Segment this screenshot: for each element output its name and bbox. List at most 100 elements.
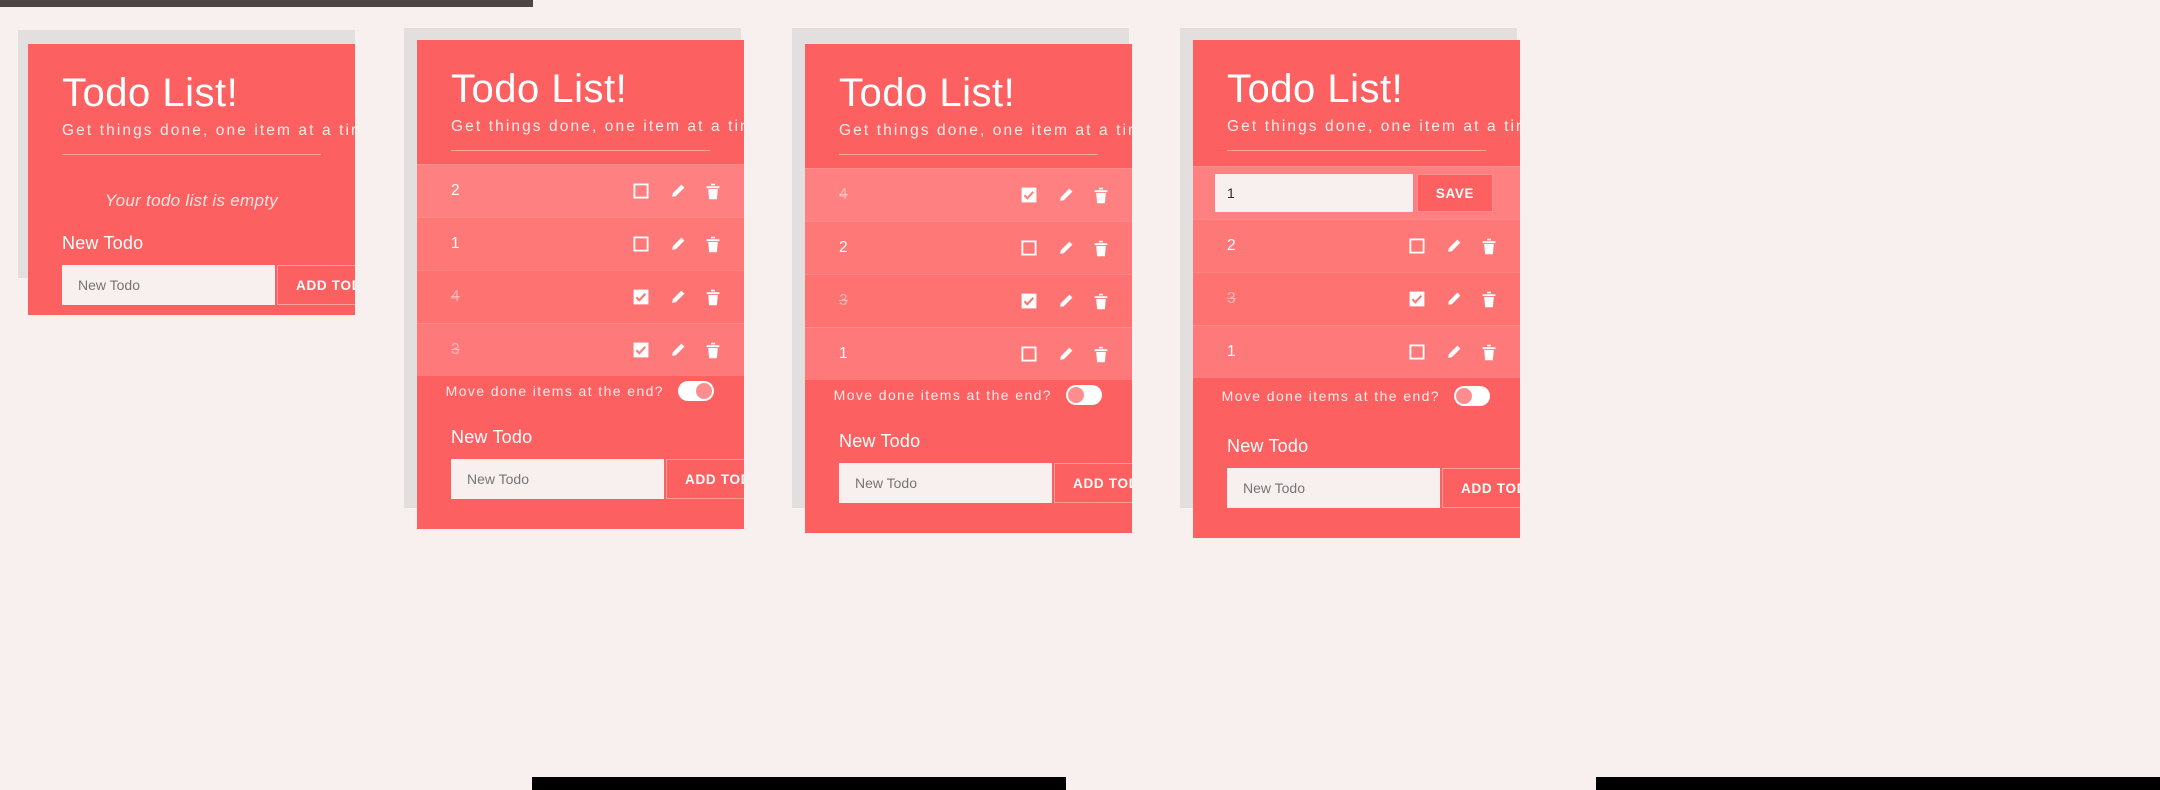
checkbox-checked-icon[interactable] [1018,290,1040,312]
move-done-label: Move done items at the end? [833,386,1052,403]
pencil-icon[interactable] [1442,341,1464,363]
pencil-icon[interactable] [666,233,688,255]
todo-row[interactable]: 3 [417,323,744,377]
new-todo-input[interactable] [839,463,1052,503]
add-todo-button[interactable]: ADD TODO [277,265,355,305]
new-todo-controls: ADD TODO [1227,468,1520,508]
edit-todo-input[interactable] [1215,174,1413,213]
checkbox-unchecked-icon[interactable] [630,233,652,255]
trash-icon[interactable] [702,233,724,255]
checkbox-unchecked-icon[interactable] [1406,341,1428,363]
checkbox-unchecked-icon[interactable] [1018,237,1040,259]
todo-row[interactable]: 2 [1193,219,1520,273]
todo-row[interactable]: 4 [805,168,1132,222]
todo-list: SAVE 2 [1193,166,1520,379]
trash-icon[interactable] [702,339,724,361]
todo-row[interactable]: 1 [805,327,1132,381]
todo-row-actions [1406,235,1500,257]
page-subtitle: Get things done, one item at a time. [451,118,744,135]
new-todo-controls: ADD TODO [451,459,744,499]
trash-icon[interactable] [1090,184,1112,206]
trash-icon[interactable] [1090,237,1112,259]
trash-icon[interactable] [702,180,724,202]
todo-row-actions [1406,288,1500,310]
pencil-icon[interactable] [1054,290,1076,312]
trash-icon[interactable] [1478,288,1500,310]
new-todo-controls: ADD TODO [839,463,1132,503]
move-done-toggle[interactable] [678,380,714,401]
screenshot-stage: Todo List! Get things done, one item at … [0,0,2160,790]
save-todo-button[interactable]: SAVE [1417,174,1493,213]
add-todo-button[interactable]: ADD TODO [666,459,744,499]
page-subtitle: Get things done, one item at a time. [1227,118,1520,135]
move-done-toggle[interactable] [1454,386,1490,407]
todo-row-actions [1406,341,1500,363]
todo-row-actions [630,233,724,255]
page-title: Todo List! [839,71,1016,115]
todo-row-label: 1 [839,345,849,363]
new-todo-section: New Todo ADD TODO [417,405,744,529]
trash-icon[interactable] [1478,341,1500,363]
todo-row-label: 2 [1227,237,1237,255]
move-done-toggle-strip: Move done items at the end? [1193,378,1520,414]
new-todo-input[interactable] [451,459,664,499]
todo-row[interactable]: 1 [417,217,744,271]
pencil-icon[interactable] [1054,184,1076,206]
trash-icon[interactable] [1478,235,1500,257]
new-todo-section: New Todo ADD TODO [28,211,355,315]
page-title: Todo List! [62,71,239,115]
new-todo-input[interactable] [62,265,275,305]
checkbox-checked-icon[interactable] [1406,288,1428,310]
checkbox-checked-icon[interactable] [630,339,652,361]
pencil-icon[interactable] [1442,288,1464,310]
pencil-icon[interactable] [666,286,688,308]
page-title: Todo List! [451,67,628,111]
todo-row[interactable]: 3 [1193,272,1520,326]
todo-row-label: 2 [839,239,849,257]
add-todo-button[interactable]: ADD TODO [1054,463,1132,503]
todo-row-editing[interactable]: SAVE [1193,166,1520,220]
pencil-icon[interactable] [666,180,688,202]
toggle-knob [1456,388,1472,405]
checkbox-checked-icon[interactable] [1018,184,1040,206]
todo-card: Todo List! Get things done, one item at … [805,44,1132,533]
pencil-icon[interactable] [1054,237,1076,259]
empty-list-message: Your todo list is empty [104,191,279,210]
todo-row-label: 3 [839,292,849,310]
pencil-icon[interactable] [666,339,688,361]
todo-row-label: 3 [451,341,461,359]
trash-icon[interactable] [702,286,724,308]
header-gap [1193,151,1520,166]
todo-card: Todo List! Get things done, one item at … [417,40,744,529]
checkbox-unchecked-icon[interactable] [630,180,652,202]
new-todo-input[interactable] [1227,468,1440,508]
page-title: Todo List! [1227,67,1404,111]
todo-row-actions [1018,290,1112,312]
todo-row[interactable]: 2 [417,164,744,218]
move-done-toggle-strip: Move done items at the end? [417,376,744,405]
todo-row[interactable]: 3 [805,274,1132,328]
toggle-knob [1068,386,1084,403]
todo-row-actions [1018,184,1112,206]
new-todo-label: New Todo [1227,436,1309,456]
todo-list: 2 1 4 3 [417,164,744,377]
checkbox-unchecked-icon[interactable] [1018,343,1040,365]
pencil-icon[interactable] [1054,343,1076,365]
trash-icon[interactable] [1090,343,1112,365]
todo-row[interactable]: 2 [805,221,1132,275]
card-header: Todo List! Get things done, one item at … [28,44,355,155]
new-todo-label: New Todo [62,233,144,253]
trash-icon[interactable] [1090,290,1112,312]
move-done-label: Move done items at the end? [445,382,664,399]
move-done-toggle[interactable] [1066,384,1102,405]
add-todo-button[interactable]: ADD TODO [1442,468,1520,508]
checkbox-checked-icon[interactable] [630,286,652,308]
pencil-icon[interactable] [1442,235,1464,257]
todo-row-label: 1 [451,235,461,253]
todo-row[interactable]: 1 [1193,325,1520,379]
new-todo-label: New Todo [839,431,921,451]
checkbox-unchecked-icon[interactable] [1406,235,1428,257]
todo-row[interactable]: 4 [417,270,744,324]
header-gap [417,151,744,164]
header-gap [805,155,1132,168]
